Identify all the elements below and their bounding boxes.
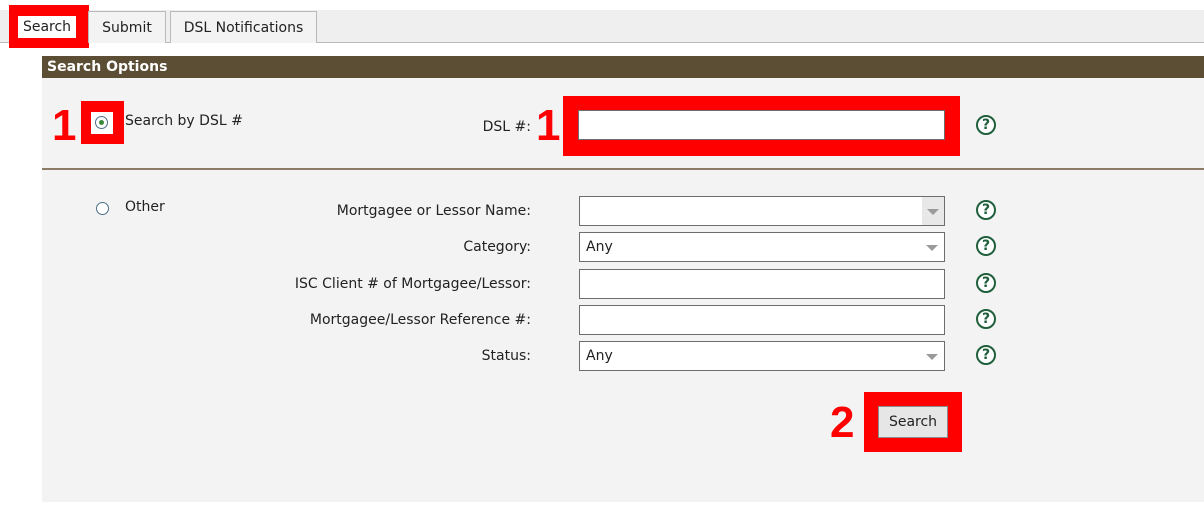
isc-client-field[interactable] <box>579 269 945 299</box>
isc-client-label: ISC Client # of Mortgagee/Lessor: <box>294 276 531 292</box>
tab-bar: Search Submit DSL Notifications <box>0 0 1204 48</box>
panel-header: Search Options <box>42 56 1204 78</box>
reference-input[interactable] <box>580 306 944 334</box>
other-radio[interactable] <box>96 202 109 215</box>
dsl-number-label: DSL #: <box>482 119 531 135</box>
tab-submit[interactable]: Submit <box>88 11 166 43</box>
step-1-badge-field: 1 <box>536 101 561 150</box>
chevron-down-icon <box>926 245 938 251</box>
dsl-number-input[interactable] <box>579 111 944 139</box>
reference-label: Mortgagee/Lessor Reference #: <box>309 312 531 328</box>
status-dropdown[interactable]: Any <box>579 341 945 371</box>
chevron-down-icon <box>927 209 939 215</box>
category-value: Any <box>586 239 613 255</box>
reference-help-icon[interactable]: ? <box>976 309 996 329</box>
mortgagee-dropdown-button[interactable] <box>922 197 944 225</box>
category-help-icon[interactable]: ? <box>976 236 996 256</box>
chevron-down-icon <box>926 354 938 360</box>
other-label: Other <box>125 199 165 215</box>
step-2-badge: 2 <box>830 398 855 447</box>
mortgagee-help-icon[interactable]: ? <box>976 200 996 220</box>
category-label: Category: <box>463 239 531 255</box>
search-by-dsl-radio[interactable] <box>95 116 108 129</box>
tab-search[interactable]: Search <box>18 16 76 38</box>
search-by-dsl-label: Search by DSL # <box>125 113 243 129</box>
tab-dsl-notifications[interactable]: DSL Notifications <box>170 11 317 43</box>
status-value: Any <box>586 348 613 364</box>
mortgagee-name-label: Mortgagee or Lessor Name: <box>336 203 531 219</box>
category-dropdown[interactable]: Any <box>579 232 945 262</box>
isc-client-input[interactable] <box>580 270 944 298</box>
reference-field[interactable] <box>579 305 945 335</box>
mortgagee-name-dropdown[interactable] <box>579 196 945 226</box>
dsl-number-field[interactable] <box>578 110 945 140</box>
section-divider <box>42 168 1204 170</box>
isc-client-help-icon[interactable]: ? <box>976 273 996 293</box>
status-help-icon[interactable]: ? <box>976 345 996 365</box>
search-button[interactable]: Search <box>878 406 948 438</box>
status-label: Status: <box>481 348 531 364</box>
step-1-badge-radio: 1 <box>52 101 77 150</box>
dsl-help-icon[interactable]: ? <box>976 115 996 135</box>
radio-selected-dot <box>99 120 104 125</box>
